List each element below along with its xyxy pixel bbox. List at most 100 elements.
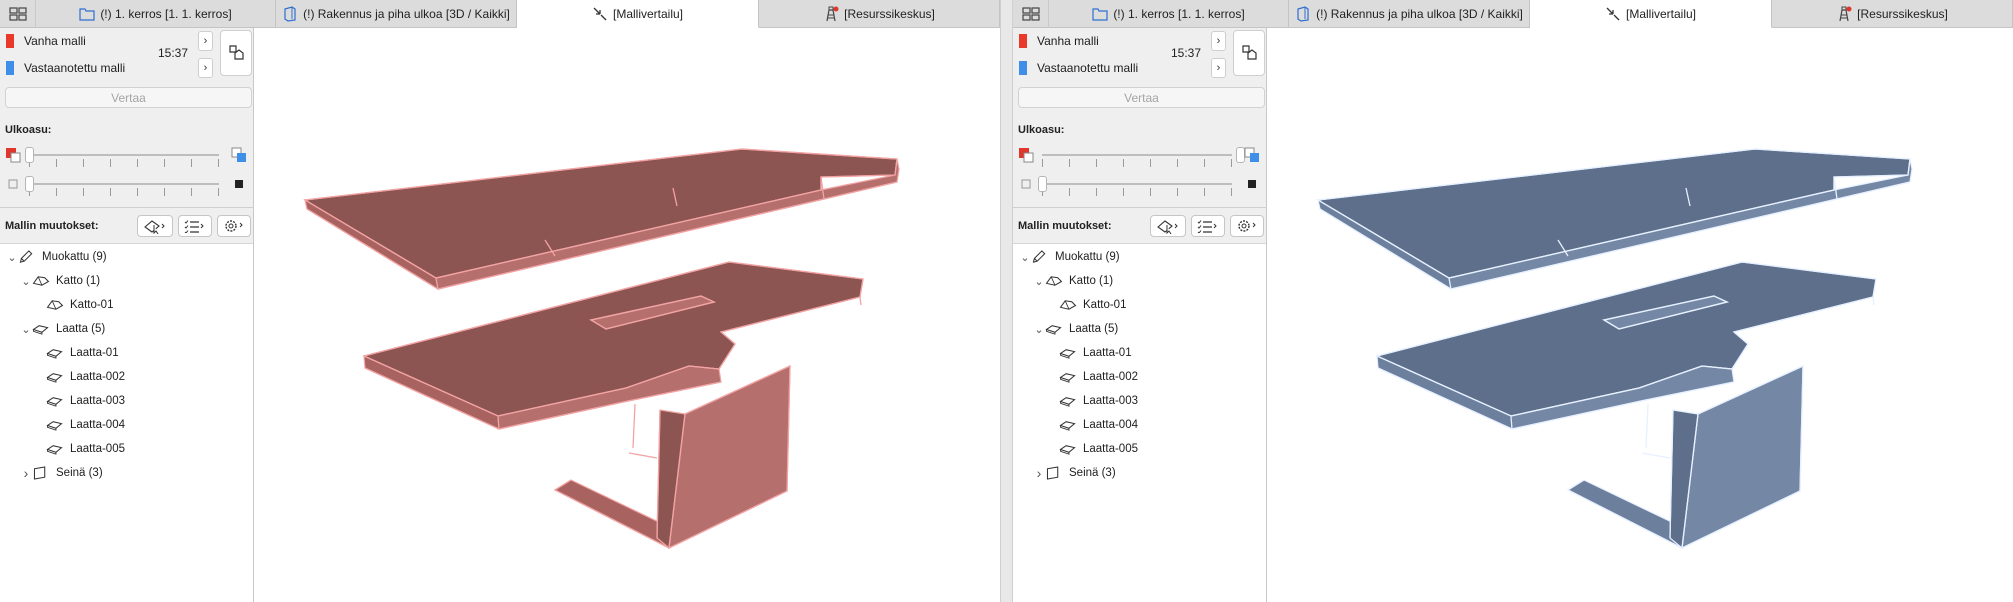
- new-model-chevron-button[interactable]: ›: [1211, 58, 1226, 78]
- tree-item-label: Seinä (3): [56, 467, 103, 479]
- model-changes-header: Mallin muutokset:: [0, 211, 254, 241]
- tab-overview-button[interactable]: [0, 0, 36, 28]
- select-elements-button[interactable]: [1150, 215, 1186, 237]
- tree-item[interactable]: Laatta-002: [34, 366, 125, 388]
- model-timestamp: 15:37: [1171, 46, 1202, 60]
- tab-resource-center[interactable]: [Resurssikeskus]: [1772, 0, 2013, 28]
- tree-item[interactable]: › Seinä (3): [20, 462, 103, 484]
- slab-icon: [1059, 394, 1077, 408]
- list-view-button[interactable]: [178, 215, 212, 237]
- 3d-viewport[interactable]: [255, 28, 1000, 602]
- tree-item[interactable]: Laatta-003: [34, 390, 125, 412]
- swap-models-button[interactable]: [1233, 30, 1265, 76]
- new-model-swatch: [1019, 61, 1027, 75]
- tree-item[interactable]: Katto-01: [34, 294, 113, 316]
- slab-icon: [1059, 370, 1077, 384]
- gear-icon: [1238, 220, 1256, 232]
- compare-panel: Vanha malli › Vastaanotettu malli › 15:3…: [1013, 28, 1267, 602]
- chevron-down-icon[interactable]: ⌄: [20, 275, 32, 288]
- tab-resource-center[interactable]: [Resurssikeskus]: [759, 0, 1000, 28]
- 3d-model-view: [303, 148, 900, 550]
- tree-item[interactable]: ⌄ Muokattu (9): [6, 246, 107, 268]
- tree-item[interactable]: Laatta-003: [1047, 390, 1138, 412]
- tab-3d-view[interactable]: (!) Rakennus ja piha ulkoa [3D / Kaikki]: [1289, 0, 1530, 28]
- settings-button[interactable]: [1230, 215, 1264, 237]
- old-model-chevron-button[interactable]: ›: [198, 31, 213, 51]
- compare-arrows-icon: [592, 6, 608, 22]
- tree-item[interactable]: › Seinä (3): [1033, 462, 1116, 484]
- tree-item-label: Laatta-002: [70, 371, 125, 383]
- settings-button[interactable]: [217, 215, 251, 237]
- chevron-down-icon[interactable]: ⌄: [6, 251, 18, 264]
- list-view-button[interactable]: [1191, 215, 1225, 237]
- tree-item-label: Katto (1): [56, 275, 101, 287]
- panel-divider: [1013, 207, 1267, 208]
- opacity-slider[interactable]: [1018, 175, 1263, 196]
- tree-item-label: Laatta-004: [70, 419, 125, 431]
- tree-item[interactable]: Laatta-01: [34, 342, 119, 364]
- tab-model-compare[interactable]: [Mallivertailu]: [1530, 0, 1772, 28]
- list-icon: [1197, 220, 1217, 233]
- tab-3d-view[interactable]: (!) Rakennus ja piha ulkoa [3D / Kaikki]: [276, 0, 517, 28]
- opacity-slider-thumb[interactable]: [1038, 176, 1047, 192]
- compare-button[interactable]: Vertaa: [5, 87, 252, 108]
- model-changes-header: Mallin muutokset:: [1013, 211, 1267, 241]
- tree-item[interactable]: Laatta-004: [34, 414, 125, 436]
- chevron-right-icon[interactable]: ›: [20, 465, 32, 481]
- opacity-slider-track: [1042, 183, 1232, 196]
- tree-item[interactable]: Laatta-004: [1047, 414, 1138, 436]
- tree-item[interactable]: Laatta-01: [1047, 342, 1132, 364]
- 3d-viewport[interactable]: [1268, 28, 2013, 602]
- appearance-title: Ulkoasu:: [1018, 124, 1065, 136]
- tab-label: (!) 1. kerros [1. 1. kerros]: [1113, 7, 1245, 21]
- select-elements-button[interactable]: [137, 215, 173, 237]
- compare-arrows-icon: [1605, 6, 1621, 22]
- tree-item[interactable]: ⌄ Katto (1): [1033, 270, 1113, 292]
- tree-item[interactable]: ⌄ Laatta (5): [1033, 318, 1118, 340]
- roof-icon: [1059, 298, 1077, 312]
- chevron-down-icon[interactable]: ⌄: [1033, 275, 1045, 288]
- pencil-icon: [18, 250, 36, 264]
- chevron-right-icon[interactable]: ›: [1033, 465, 1045, 481]
- new-model-chevron-button[interactable]: ›: [198, 58, 213, 78]
- tab-overview-button[interactable]: [1013, 0, 1049, 28]
- roof-icon: [1045, 274, 1063, 288]
- tree-item-label: Laatta (5): [56, 323, 106, 335]
- slab-icon: [1059, 346, 1077, 360]
- chevron-down-icon[interactable]: ⌄: [1033, 323, 1045, 336]
- chevron-right-icon: ›: [203, 62, 208, 74]
- tree-item[interactable]: ⌄ Muokattu (9): [1019, 246, 1120, 268]
- tree-item[interactable]: ⌄ Katto (1): [20, 270, 100, 292]
- chevron-down-icon[interactable]: ⌄: [1019, 251, 1031, 264]
- old-model-label: Vanha malli: [24, 34, 86, 48]
- tree-item-label: Laatta-002: [1083, 371, 1138, 383]
- swap-models-button[interactable]: [220, 30, 252, 76]
- tab-bar: (!) 1. kerros [1. 1. kerros] (!) Rakennu…: [1013, 0, 2013, 28]
- solid-square-icon: [1248, 180, 1256, 188]
- opacity-slider-thumb[interactable]: [25, 176, 34, 192]
- resource-center-icon: [1836, 6, 1852, 22]
- old-model-chevron-button[interactable]: ›: [1211, 31, 1226, 51]
- tab-model-compare[interactable]: [Mallivertailu]: [517, 0, 759, 28]
- model-mix-slider[interactable]: [5, 146, 250, 167]
- new-model-layer-icon: [1244, 147, 1259, 162]
- list-icon: [184, 220, 204, 233]
- tree-item[interactable]: Laatta-005: [34, 438, 125, 460]
- roof-icon: [46, 298, 64, 312]
- tree-item[interactable]: Laatta-005: [1047, 438, 1138, 460]
- tree-item[interactable]: Laatta-002: [1047, 366, 1138, 388]
- tab-floor-plan[interactable]: (!) 1. kerros [1. 1. kerros]: [1049, 0, 1289, 28]
- compare-button[interactable]: Vertaa: [1018, 87, 1265, 108]
- floor-plan-icon: [1092, 6, 1108, 22]
- tab-floor-plan[interactable]: (!) 1. kerros [1. 1. kerros]: [36, 0, 276, 28]
- opacity-slider[interactable]: [5, 175, 250, 196]
- tree-item[interactable]: Katto-01: [1047, 294, 1126, 316]
- gear-icon: [225, 220, 243, 232]
- slab-detail-line: [859, 296, 862, 306]
- model-mix-slider[interactable]: [1018, 146, 1263, 167]
- tab-label: (!) Rakennus ja piha ulkoa [3D / Kaikki]: [1316, 7, 1523, 21]
- tree-item[interactable]: ⌄ Laatta (5): [20, 318, 105, 340]
- chevron-down-icon[interactable]: ⌄: [20, 323, 32, 336]
- mix-slider-thumb[interactable]: [25, 147, 34, 163]
- 3d-view-icon: [282, 6, 298, 22]
